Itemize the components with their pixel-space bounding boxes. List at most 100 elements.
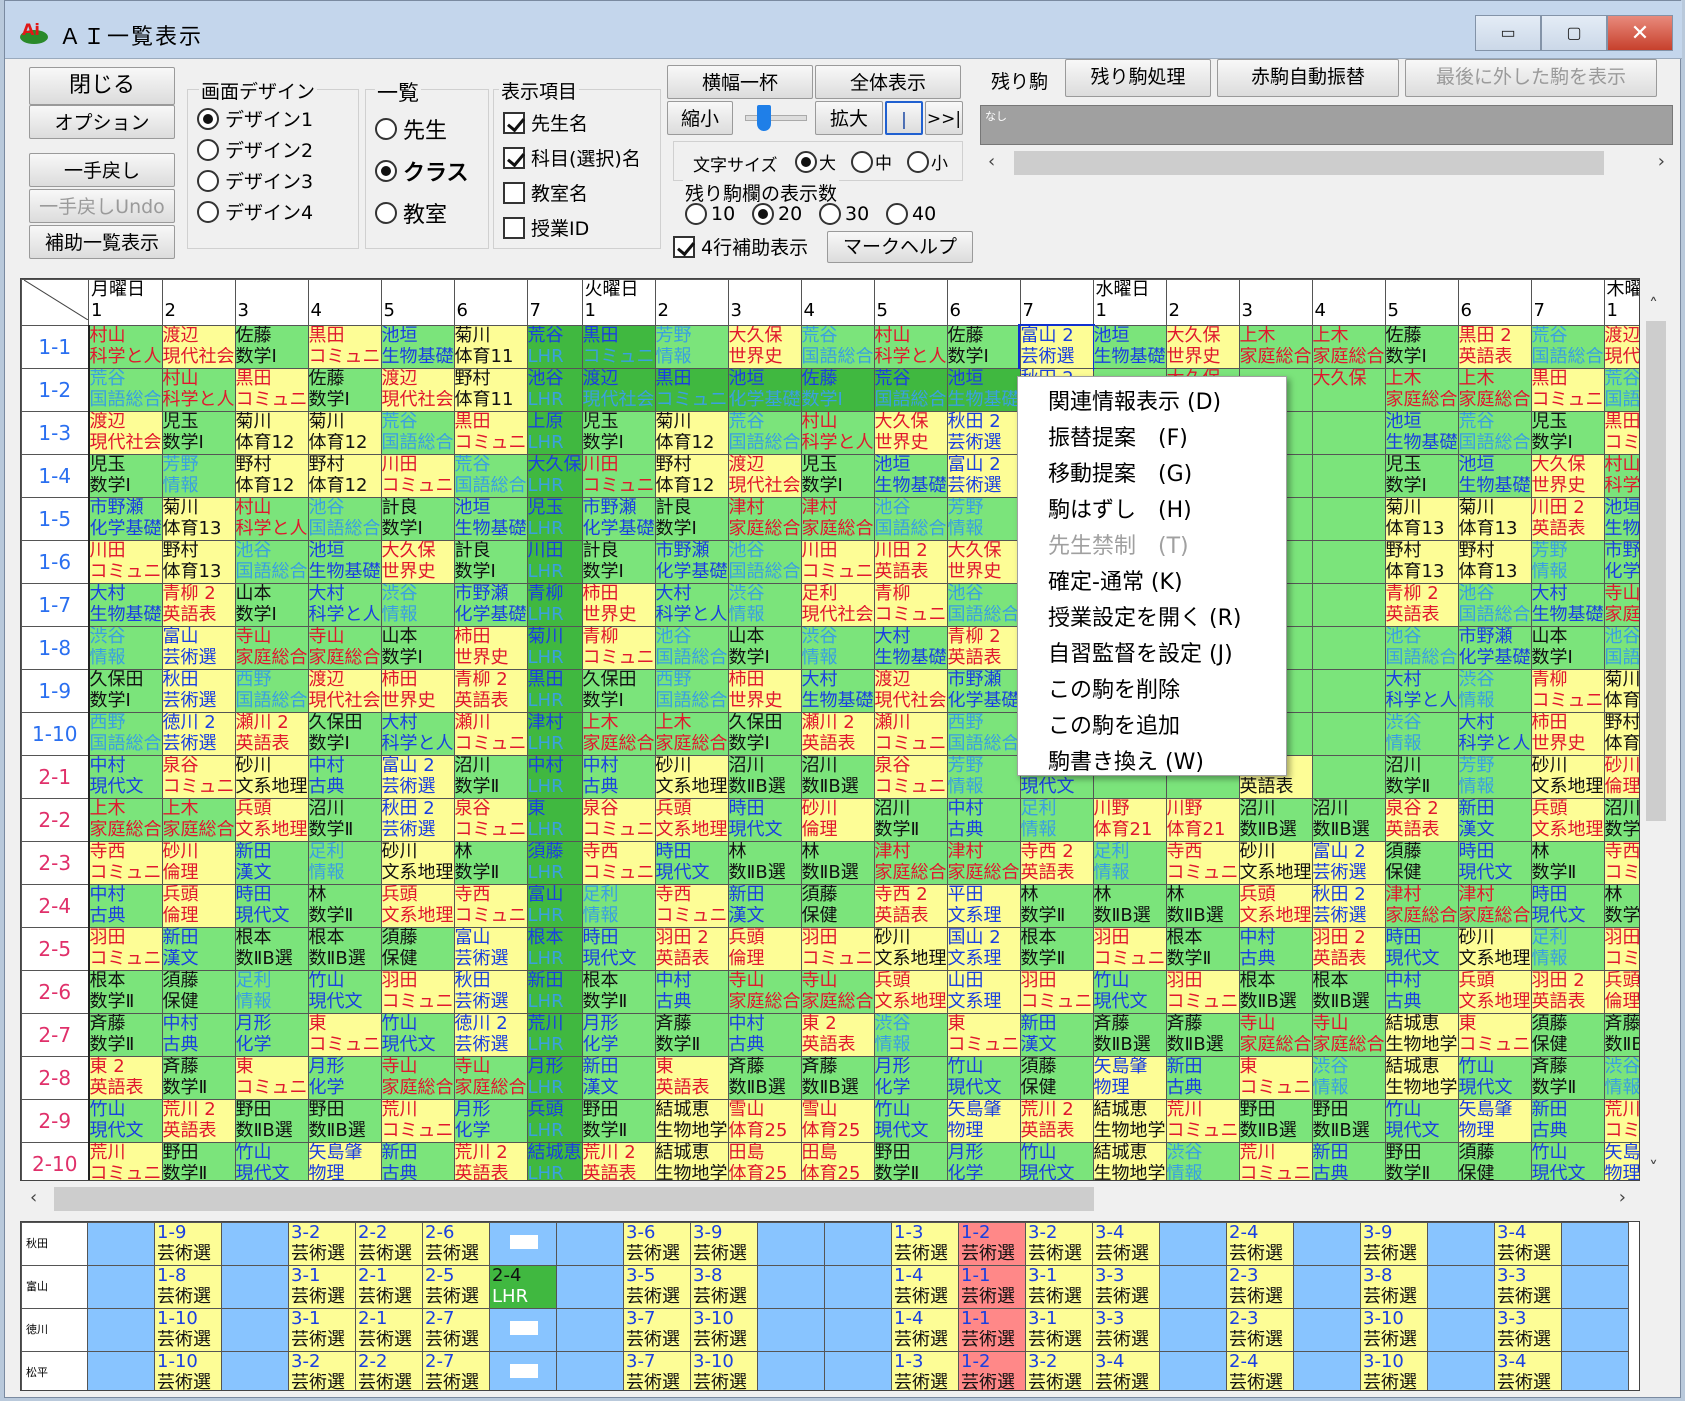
sub-cell[interactable]: 1-3 芸術選: [891, 1222, 959, 1266]
timetable-cell[interactable]: 大村 生物基礎: [1530, 583, 1605, 627]
undo-undo-button[interactable]: 一手戻しUndo: [29, 189, 175, 223]
class-row-header[interactable]: 1-1: [21, 325, 90, 369]
sub-cell[interactable]: 1-3 芸術選: [891, 1351, 959, 1390]
sub-cell[interactable]: 3-1 芸術選: [288, 1265, 356, 1309]
timetable-cell[interactable]: 斉藤数ⅡB選: [727, 1056, 802, 1100]
period-header[interactable]: 4: [1311, 279, 1386, 326]
timetable-cell[interactable]: 市野瀬化学基礎: [1603, 540, 1639, 584]
timetable-cell[interactable]: 池谷国語総合: [234, 540, 309, 584]
sub-cell[interactable]: 1-8 芸術選: [154, 1265, 222, 1309]
timetable-cell[interactable]: 山本数学Ⅰ: [727, 626, 802, 670]
timetable-cell[interactable]: 村山科学と人: [873, 325, 948, 369]
period-header[interactable]: 2: [654, 279, 729, 326]
timetable-cell[interactable]: 菊川 LHR: [526, 626, 583, 670]
period-header[interactable]: 5: [380, 279, 455, 326]
timetable-cell[interactable]: 矢島肇物理: [1603, 1142, 1639, 1180]
timetable-cell[interactable]: 竹山 現代文: [946, 1056, 1021, 1100]
timetable-cell[interactable]: 野村 体育13: [161, 540, 236, 584]
timetable-cell[interactable]: 黒田コミュニ: [234, 368, 309, 412]
timetable-cell[interactable]: 羽田コミュニ: [88, 927, 163, 971]
timetable-cell[interactable]: 竹山 現代文: [1530, 1142, 1605, 1180]
timetable-cell[interactable]: 砂川 倫理: [800, 798, 875, 842]
close-window-button[interactable]: ✕: [1607, 15, 1673, 51]
timetable-cell[interactable]: 黒田コミュニ: [654, 368, 729, 412]
timetable-cell[interactable]: 月形 LHR: [526, 1056, 583, 1100]
sub-cell[interactable]: [1427, 1265, 1495, 1309]
timetable-cell[interactable]: 時田 現代文: [1457, 841, 1532, 885]
timetable-cell[interactable]: 瀬川 2 英語表: [234, 712, 309, 756]
list-radio-1[interactable]: 先生: [375, 113, 447, 145]
timetable-cell[interactable]: 菊川体育15: [1603, 669, 1639, 713]
timetable-cell[interactable]: 大久保: [1311, 368, 1386, 412]
timetable-cell[interactable]: 野村体育15: [1603, 712, 1639, 756]
timetable-cell[interactable]: [1311, 497, 1386, 541]
timetable-cell[interactable]: 砂川 文系地理: [1457, 927, 1532, 971]
timetable-cell[interactable]: 月形 化学: [234, 1013, 309, 1057]
timetable-cell[interactable]: 砂川 文系地理: [234, 755, 309, 799]
sub-cell[interactable]: 3-2 芸術選: [288, 1222, 356, 1266]
period-header[interactable]: 2: [161, 279, 236, 326]
sub-cell[interactable]: [757, 1222, 825, 1266]
radio-circle-icon[interactable]: [375, 202, 397, 224]
sub-cell[interactable]: 3-10 芸術選: [1360, 1351, 1428, 1390]
sub-cell[interactable]: 1-10 芸術選: [154, 1351, 222, 1390]
shrink-button[interactable]: 縮小: [667, 101, 733, 135]
class-row-header[interactable]: 1-9: [21, 669, 90, 713]
timetable-cell[interactable]: 瀬川 コミュニ: [453, 712, 528, 756]
sub-cell[interactable]: [1561, 1308, 1629, 1352]
timetable-cell[interactable]: 寺西コミュニ: [654, 884, 729, 928]
timetable-cell[interactable]: 荒川コミュニ: [1165, 1099, 1240, 1143]
timetable-cell[interactable]: 渋谷情報: [380, 583, 455, 627]
teacher-sub-grid[interactable]: 秋田 1-9 芸術選 3-2 芸術選 2-2 芸術選 2-6 芸術選 3-6 芸術選 3-9 芸術選 1-…: [20, 1221, 1640, 1391]
timetable-cell[interactable]: 大村 生物基礎: [88, 583, 163, 627]
timetable-cell[interactable]: 新田 古典: [1530, 1099, 1605, 1143]
timetable-cell[interactable]: 斉藤数ⅡB選: [800, 1056, 875, 1100]
timetable-cell[interactable]: 野田 数学Ⅱ: [581, 1099, 656, 1143]
sub-cell[interactable]: [556, 1351, 624, 1390]
period-header[interactable]: 4: [307, 279, 382, 326]
period-header[interactable]: 7: [526, 279, 583, 326]
sub-cell[interactable]: [1427, 1308, 1495, 1352]
sub-cell[interactable]: 1-9 芸術選: [154, 1222, 222, 1266]
timetable-cell[interactable]: 黒田コミュニ: [453, 411, 528, 455]
sub-cell[interactable]: [824, 1265, 892, 1309]
font-size-radio-3[interactable]: 小: [907, 149, 948, 174]
timetable-cell[interactable]: 渡辺現代社会: [581, 368, 656, 412]
radio-circle-icon[interactable]: [197, 107, 219, 130]
timetable-cell[interactable]: 川田 LHR: [526, 540, 583, 584]
radio-circle-icon[interactable]: [819, 203, 841, 225]
timetable-cell[interactable]: 児玉 数学Ⅰ: [800, 454, 875, 498]
timetable-cell[interactable]: 羽田コミュニ: [1019, 970, 1094, 1014]
timetable-cell[interactable]: 柿田 世界史: [1530, 712, 1605, 756]
checkbox-icon[interactable]: [503, 146, 525, 169]
timetable-cell[interactable]: 上木 家庭総合: [1238, 325, 1313, 369]
timetable-cell[interactable]: 川田コミュニ: [380, 454, 455, 498]
sub-cell[interactable]: 3-5 芸術選: [623, 1265, 691, 1309]
context-menu-item[interactable]: 駒書き換え (W): [1018, 745, 1286, 781]
sub-teacher-name[interactable]: 徳川: [21, 1308, 88, 1352]
sub-cell[interactable]: 2-1 芸術選: [355, 1265, 423, 1309]
timetable-cell[interactable]: 寺西コミュニ: [1165, 841, 1240, 885]
class-row-header[interactable]: 2-2: [21, 798, 90, 842]
timetable-cell[interactable]: 新田 LHR: [526, 970, 583, 1014]
timetable-cell[interactable]: 児玉 数学Ⅰ: [161, 411, 236, 455]
timetable-cell[interactable]: 大村 生物基礎: [800, 669, 875, 713]
timetable-cell[interactable]: 野田 数ⅡB選: [1238, 1099, 1313, 1143]
timetable-cell[interactable]: 東コミュニ: [1238, 1056, 1313, 1100]
timetable-cell[interactable]: 東 LHR: [526, 798, 583, 842]
sub-cell[interactable]: 3-8 芸術選: [690, 1265, 758, 1309]
display-checkbox-3[interactable]: 教室名: [503, 179, 588, 206]
sub-cell[interactable]: 2-7 芸術選: [422, 1308, 490, 1352]
sub-cell[interactable]: [1159, 1222, 1227, 1266]
timetable-cell[interactable]: 足利 情報: [234, 970, 309, 1014]
context-menu-item[interactable]: 授業設定を開く (R): [1018, 601, 1286, 637]
remain-count-radio-4[interactable]: 40: [886, 203, 936, 225]
checkbox-icon[interactable]: [503, 216, 525, 239]
timetable-cell[interactable]: 菊川 体育13: [1457, 497, 1532, 541]
sub-cell[interactable]: [489, 1308, 557, 1352]
timetable-cell[interactable]: 中村 古典: [727, 1013, 802, 1057]
timetable-cell[interactable]: 市野瀬化学基礎: [1457, 626, 1532, 670]
timetable-cell[interactable]: 久保田 数学Ⅰ: [581, 669, 656, 713]
timetable-cell[interactable]: 羽田コミュニ: [1092, 927, 1167, 971]
sub-cell[interactable]: [221, 1265, 289, 1309]
